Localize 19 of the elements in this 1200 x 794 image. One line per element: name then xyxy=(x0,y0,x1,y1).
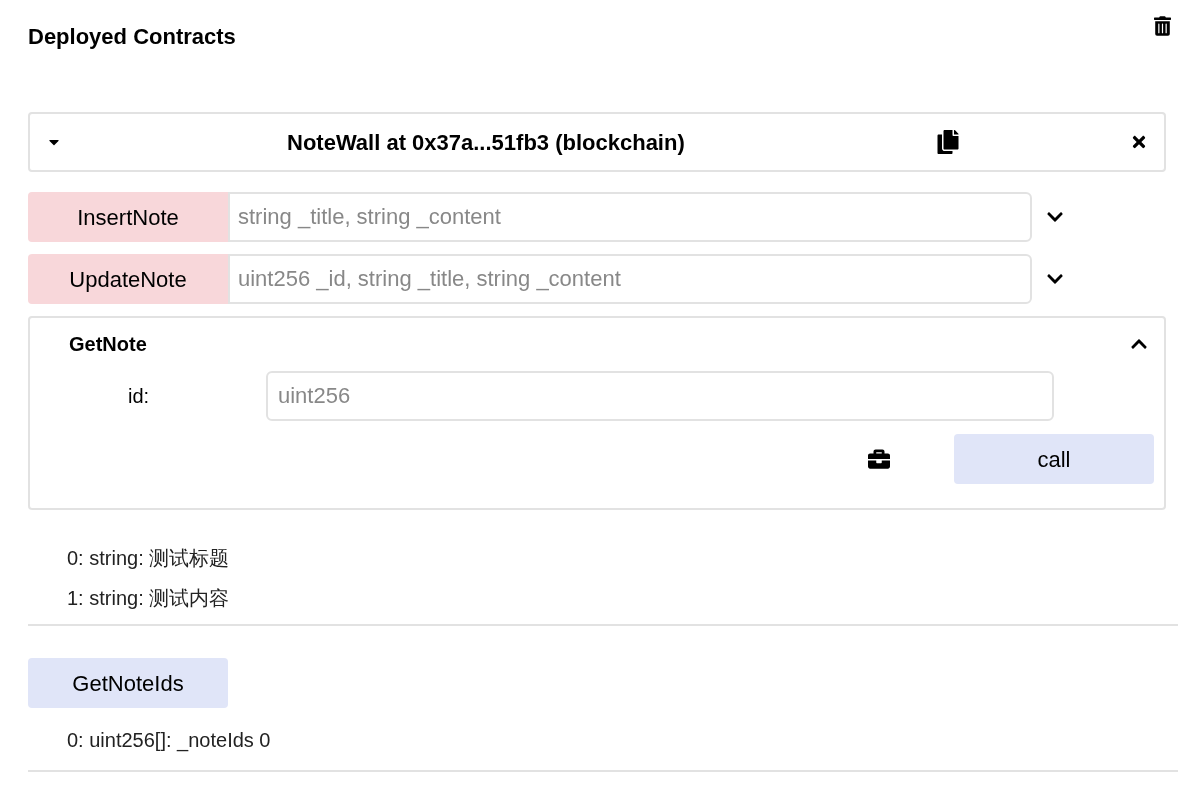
contract-header[interactable]: NoteWall at 0x37a...51fb3 (blockchain) xyxy=(28,112,1166,172)
param-input[interactable]: uint256 xyxy=(266,371,1054,421)
function-button[interactable]: InsertNote xyxy=(28,192,228,242)
call-button[interactable]: call xyxy=(954,434,1154,484)
copy-icon[interactable] xyxy=(937,130,959,154)
result-text: 1: string: 测试内容 xyxy=(67,586,231,611)
args-input[interactable]: uint256 _id, string _title, string _content xyxy=(228,254,1032,304)
param-label: id: xyxy=(127,384,151,409)
briefcase-icon[interactable] xyxy=(866,448,892,470)
function-name: GetNote xyxy=(69,332,147,357)
close-icon[interactable] xyxy=(1130,133,1148,151)
section-title: Deployed Contracts xyxy=(28,23,236,51)
function-button[interactable]: GetNoteIds xyxy=(28,658,228,708)
trash-icon[interactable] xyxy=(1154,16,1171,36)
function-button[interactable]: UpdateNote xyxy=(28,254,228,304)
result-text: 0: uint256[]: _noteIds 0 xyxy=(67,728,272,754)
result-text: 0: string: 测试标题 xyxy=(67,546,231,571)
contract-title: NoteWall at 0x37a...51fb3 (blockchain) xyxy=(287,128,686,157)
args-input[interactable]: string _title, string _content xyxy=(228,192,1032,242)
